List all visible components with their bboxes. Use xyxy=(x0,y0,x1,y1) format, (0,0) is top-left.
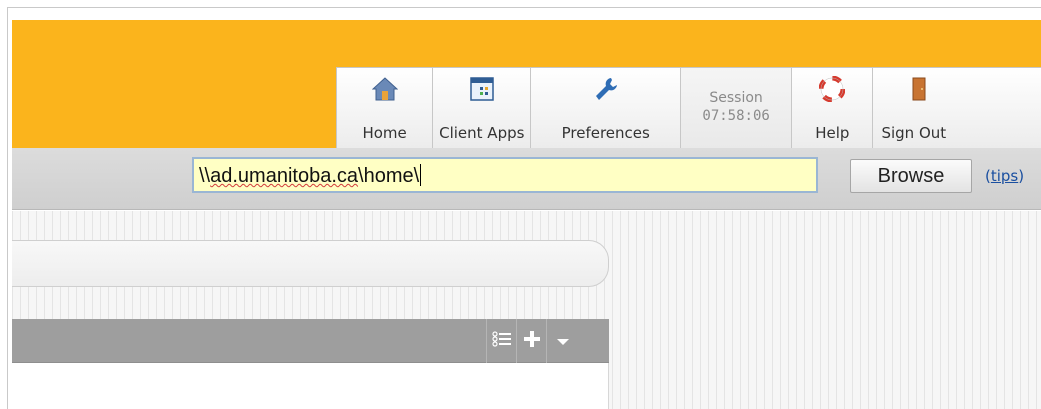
nav-client-apps-label: Client Apps xyxy=(439,124,525,142)
top-navigation: Home Client Apps Preferences Session 07:… xyxy=(336,67,1041,148)
left-pane xyxy=(12,211,609,409)
list-icon xyxy=(491,331,512,351)
lifebuoy-icon xyxy=(818,75,846,103)
session-time: 07:58:06 xyxy=(702,108,770,124)
session-timer: Session 07:58:06 xyxy=(680,67,792,148)
wrench-icon xyxy=(593,76,619,102)
path-input[interactable] xyxy=(192,157,818,193)
panel-toolbar xyxy=(12,319,609,363)
browse-button[interactable]: Browse xyxy=(850,159,972,193)
nav-client-apps[interactable]: Client Apps xyxy=(432,67,531,148)
list-view-button[interactable] xyxy=(486,319,516,363)
nav-help[interactable]: Help xyxy=(791,67,873,148)
add-button[interactable] xyxy=(516,319,546,363)
home-icon xyxy=(371,76,398,102)
door-icon xyxy=(906,76,932,102)
nav-preferences[interactable]: Preferences xyxy=(530,67,681,148)
path-bar: \\ad.umanitoba.ca\home\ Browse (tips) xyxy=(12,148,1041,210)
tips-link[interactable]: tips xyxy=(991,167,1018,185)
chevron-down-icon xyxy=(556,332,570,351)
plus-icon xyxy=(523,330,541,352)
nav-preferences-label: Preferences xyxy=(561,124,650,142)
nav-home[interactable]: Home xyxy=(336,67,433,148)
session-title: Session xyxy=(709,90,763,106)
nav-sign-out-label: Sign Out xyxy=(881,124,947,142)
client-apps-icon xyxy=(469,76,495,102)
panel-body xyxy=(12,363,609,409)
search-pill[interactable] xyxy=(12,240,609,287)
nav-sign-out[interactable]: Sign Out xyxy=(872,67,1041,148)
dropdown-button[interactable] xyxy=(546,319,578,363)
tips-link-wrapper: (tips) xyxy=(985,167,1025,185)
nav-home-label: Home xyxy=(362,124,407,142)
nav-help-label: Help xyxy=(815,124,850,142)
